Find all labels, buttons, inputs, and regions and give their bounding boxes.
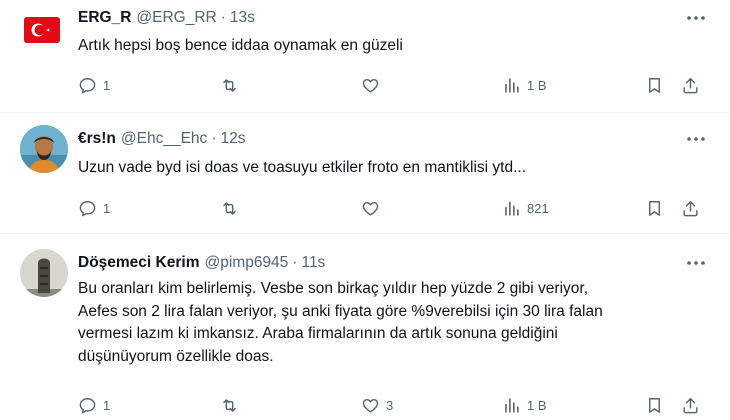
retweet-icon: [223, 78, 236, 92]
view-count: 821: [527, 200, 549, 216]
timestamp[interactable]: 11s: [301, 254, 325, 272]
like-count: 3: [386, 397, 394, 413]
tweet-header: ERG_R @ERG_RR · 13s: [78, 8, 255, 28]
more-options-button[interactable]: [686, 253, 706, 273]
action-bar: 1 3 1 B: [78, 394, 703, 416]
like-button[interactable]: [361, 74, 386, 96]
views-bar-chart-icon: [505, 397, 519, 413]
views-button[interactable]: 1 B: [502, 74, 547, 96]
display-name[interactable]: €rs!n: [78, 130, 116, 148]
bookmark-icon: [649, 200, 660, 216]
reply-icon: [79, 397, 96, 413]
more-dots-icon: [687, 16, 705, 20]
tweet-text: Bu oranları kim belirlemiş. Vesbe son bi…: [78, 280, 603, 365]
display-name[interactable]: ERG_R: [78, 9, 131, 27]
more-dots-icon: [687, 261, 705, 265]
separator-dot: ·: [220, 9, 226, 26]
reply-icon: [79, 200, 96, 216]
profile-photo-icon: [20, 125, 68, 173]
share-icon: [683, 200, 698, 216]
action-bar: 1 821: [78, 197, 703, 219]
reply-count: 1: [103, 200, 111, 216]
timestamp[interactable]: 12s: [220, 130, 245, 148]
timestamp[interactable]: 13s: [230, 9, 255, 27]
like-button[interactable]: [361, 197, 386, 219]
turkey-flag-icon: [24, 17, 60, 43]
bookmark-button[interactable]: [645, 394, 664, 416]
separator-dot: ·: [292, 254, 298, 271]
view-count: 1 B: [527, 397, 547, 413]
share-button[interactable]: [681, 197, 700, 219]
bookmark-icon: [649, 397, 660, 413]
views-button[interactable]: 821: [502, 197, 549, 219]
reply-button[interactable]: 1: [78, 74, 110, 96]
views-bar-chart-icon: [505, 77, 519, 93]
reply-count: 1: [103, 77, 111, 93]
heart-icon: [362, 398, 379, 413]
tweet-header: €rs!n @Ehc__Ehc · 12s: [78, 129, 245, 149]
tweet[interactable]: Döşemeci Kerim @pimp6945 · 11s Bu oranla…: [0, 234, 730, 420]
reply-button[interactable]: 1: [78, 197, 110, 219]
bookmark-icon: [649, 77, 660, 93]
avatar[interactable]: [20, 249, 68, 297]
display-name[interactable]: Döşemeci Kerim: [78, 254, 199, 272]
tweet[interactable]: €rs!n @Ehc__Ehc · 12s Uzun vade byd isi …: [0, 113, 730, 234]
tweet-text: Uzun vade byd isi doas ve toasuyu etkile…: [78, 159, 526, 176]
reply-button[interactable]: 1: [78, 394, 110, 416]
retweet-icon: [223, 201, 236, 215]
more-options-button[interactable]: [686, 8, 706, 28]
retweet-icon: [223, 398, 236, 412]
tweet-text: Artık hepsi boş bence iddaa oynamak en g…: [78, 37, 403, 54]
heart-icon: [362, 78, 379, 93]
username[interactable]: @ERG_RR: [136, 9, 216, 27]
like-button[interactable]: 3: [361, 394, 393, 416]
avatar[interactable]: [20, 125, 68, 173]
tweet[interactable]: ERG_R @ERG_RR · 13s Artık hepsi boş benc…: [0, 0, 730, 113]
reply-count: 1: [103, 397, 111, 413]
separator-dot: ·: [211, 130, 217, 147]
share-button[interactable]: [681, 394, 700, 416]
view-count: 1 B: [527, 77, 547, 93]
retweet-button[interactable]: [220, 197, 245, 219]
username[interactable]: @Ehc__Ehc: [121, 130, 207, 148]
tweet-header: Döşemeci Kerim @pimp6945 · 11s: [78, 253, 325, 273]
reply-icon: [79, 77, 96, 93]
bookmark-button[interactable]: [645, 197, 664, 219]
share-icon: [683, 77, 698, 93]
heart-icon: [362, 201, 379, 216]
retweet-button[interactable]: [220, 74, 245, 96]
share-icon: [683, 397, 698, 413]
tower-photo-icon: [20, 249, 68, 297]
share-button[interactable]: [681, 74, 700, 96]
more-dots-icon: [687, 137, 705, 141]
views-button[interactable]: 1 B: [502, 394, 547, 416]
bookmark-button[interactable]: [645, 74, 664, 96]
avatar[interactable]: [24, 17, 60, 43]
views-bar-chart-icon: [505, 200, 519, 216]
more-options-button[interactable]: [686, 129, 706, 149]
retweet-button[interactable]: [220, 394, 245, 416]
username[interactable]: @pimp6945: [204, 254, 288, 272]
action-bar: 1 1 B: [78, 74, 703, 96]
